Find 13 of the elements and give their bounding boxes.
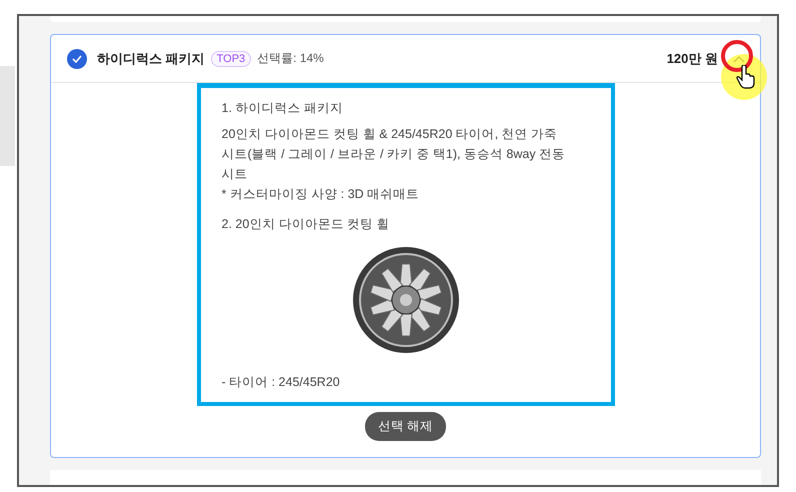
detail-heading: 2. 20인치 다이아몬드 컷팅 휠 xyxy=(222,216,391,233)
option-title: 하이디럭스 패키지 xyxy=(97,50,205,68)
detail-spec: - 타이어 : 245/45R20 xyxy=(222,374,341,391)
detail-paragraph: 20인치 다이아몬드 컷팅 휠 & 245/45R20 타이어, 천연 가죽시트(블랙 / 그레이 / 브라운 / 카키 중 택1), 동승석 8way 전동시트 xyxy=(222,126,566,183)
rank-badge: TOP3 xyxy=(210,50,252,66)
detail-note: * 커스터마이징 사양 : 3D 매쉬매트 xyxy=(222,186,420,203)
option-price: 120만 원 xyxy=(666,50,718,68)
checkbox[interactable] xyxy=(67,48,87,68)
detail-heading: 1. 하이디럭스 패키지 xyxy=(222,100,344,117)
hand-cursor-icon xyxy=(736,65,756,89)
deselect-button[interactable]: 선택 해제 xyxy=(364,412,446,441)
checkmark-icon xyxy=(72,54,82,62)
selection-rate: 선택률: 14% xyxy=(257,50,324,67)
